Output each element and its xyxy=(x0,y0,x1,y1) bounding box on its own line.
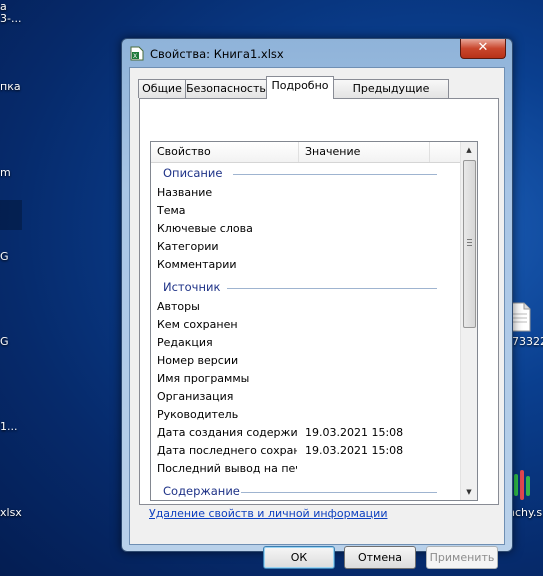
desktop-label[interactable]: 73322... xyxy=(512,335,543,348)
group-divider xyxy=(233,174,437,175)
desktop-selection-strip xyxy=(0,200,22,230)
property-value: 19.03.2021 15:08 xyxy=(305,426,404,439)
property-name: Кем сохранен xyxy=(157,318,238,331)
list-item[interactable]: Категории xyxy=(157,238,457,256)
property-name: Название xyxy=(157,186,213,199)
desktop-label[interactable]: 3-... xyxy=(0,12,21,25)
list-item[interactable]: Номер версии xyxy=(157,352,457,370)
group-title: Содержание xyxy=(163,484,240,498)
property-name: Руководитель xyxy=(157,408,239,421)
properties-list[interactable]: Свойство Значение Описание Название Тема… xyxy=(150,141,478,501)
tab-previous-versions[interactable]: Предыдущие версии xyxy=(333,79,449,113)
column-header-property[interactable]: Свойство xyxy=(151,142,299,162)
vertical-scrollbar[interactable]: ▲ ▼ xyxy=(460,142,477,500)
property-name: Категории xyxy=(157,240,219,253)
list-item[interactable]: Кем сохранен xyxy=(157,316,457,334)
details-panel: Свойство Значение Описание Название Тема… xyxy=(139,98,499,505)
apply-button[interactable]: Применить xyxy=(426,546,498,569)
title-bar[interactable]: X Свойства: Книга1.xlsx ✕ xyxy=(122,39,512,67)
property-value: 19.03.2021 15:08 xyxy=(305,444,404,457)
tab-security[interactable]: Безопасность xyxy=(185,79,267,98)
app-icon[interactable] xyxy=(512,470,536,500)
group-header[interactable]: Источник xyxy=(151,280,461,298)
desktop-label[interactable]: G xyxy=(0,335,9,348)
property-name: Комментарии xyxy=(157,258,237,271)
tab-details[interactable]: Подробно xyxy=(266,76,334,99)
group-divider xyxy=(241,492,437,493)
desktop-label[interactable]: 1... xyxy=(0,420,18,433)
property-name: Редакция xyxy=(157,336,213,349)
cancel-button[interactable]: Отмена xyxy=(344,546,416,569)
group-title: Источник xyxy=(163,280,221,294)
desktop-label[interactable]: xlsx xyxy=(0,506,22,519)
list-item[interactable]: Руководитель xyxy=(157,406,457,424)
group-title: Описание xyxy=(163,166,223,180)
list-item[interactable]: Тема xyxy=(157,202,457,220)
scroll-up-icon[interactable]: ▲ xyxy=(461,142,477,158)
list-item[interactable]: Имя программы xyxy=(157,370,457,388)
list-item[interactable]: Редакция xyxy=(157,334,457,352)
remove-properties-link[interactable]: Удаление свойств и личной информации xyxy=(149,507,387,520)
svg-text:X: X xyxy=(133,53,137,60)
property-name: Последний вывод на печ... xyxy=(157,462,297,475)
desktop-label[interactable]: m xyxy=(0,166,11,179)
list-item[interactable]: Организация xyxy=(157,388,457,406)
list-item[interactable]: Комментарии xyxy=(157,256,457,274)
grip-icon xyxy=(467,239,472,247)
property-name: Дата последнего сохран... xyxy=(157,444,297,457)
desktop-label[interactable]: nchy.s... xyxy=(508,506,543,519)
list-item[interactable]: Последний вывод на печ... xyxy=(157,460,457,478)
window-title: Свойства: Книга1.xlsx xyxy=(150,47,284,61)
property-name: Имя программы xyxy=(157,372,250,385)
list-header: Свойство Значение xyxy=(151,142,461,163)
group-header[interactable]: Содержание xyxy=(151,484,461,500)
excel-file-icon: X xyxy=(130,46,144,61)
group-divider xyxy=(227,288,437,289)
dialog-client: Общие Безопасность Подробно Предыдущие в… xyxy=(129,67,505,569)
desktop-label[interactable]: пка xyxy=(0,80,21,93)
scroll-down-icon[interactable]: ▼ xyxy=(461,484,477,500)
property-name: Дата создания содержи... xyxy=(157,426,297,439)
column-header-value[interactable]: Значение xyxy=(299,142,430,162)
close-button[interactable]: ✕ xyxy=(460,39,506,59)
list-item[interactable]: Дата последнего сохран... 19.03.2021 15:0… xyxy=(157,442,457,460)
scroll-thumb[interactable] xyxy=(463,160,476,328)
property-name: Ключевые слова xyxy=(157,222,253,235)
property-name: Номер версии xyxy=(157,354,239,367)
property-name: Авторы xyxy=(157,300,200,313)
property-name: Организация xyxy=(157,390,234,403)
close-icon: ✕ xyxy=(477,40,489,55)
desktop-label[interactable]: G xyxy=(0,250,9,263)
property-name: Тема xyxy=(157,204,186,217)
tab-general[interactable]: Общие xyxy=(138,79,186,98)
list-item[interactable]: Дата создания содержи... 19.03.2021 15:08 xyxy=(157,424,457,442)
list-item[interactable]: Авторы xyxy=(157,298,457,316)
ok-button[interactable]: ОК xyxy=(263,546,335,569)
list-item[interactable]: Название xyxy=(157,184,457,202)
group-header[interactable]: Описание xyxy=(151,166,461,184)
properties-dialog: X Свойства: Книга1.xlsx ✕ Общие Безопасн… xyxy=(121,38,513,569)
list-item[interactable]: Ключевые слова xyxy=(157,220,457,238)
